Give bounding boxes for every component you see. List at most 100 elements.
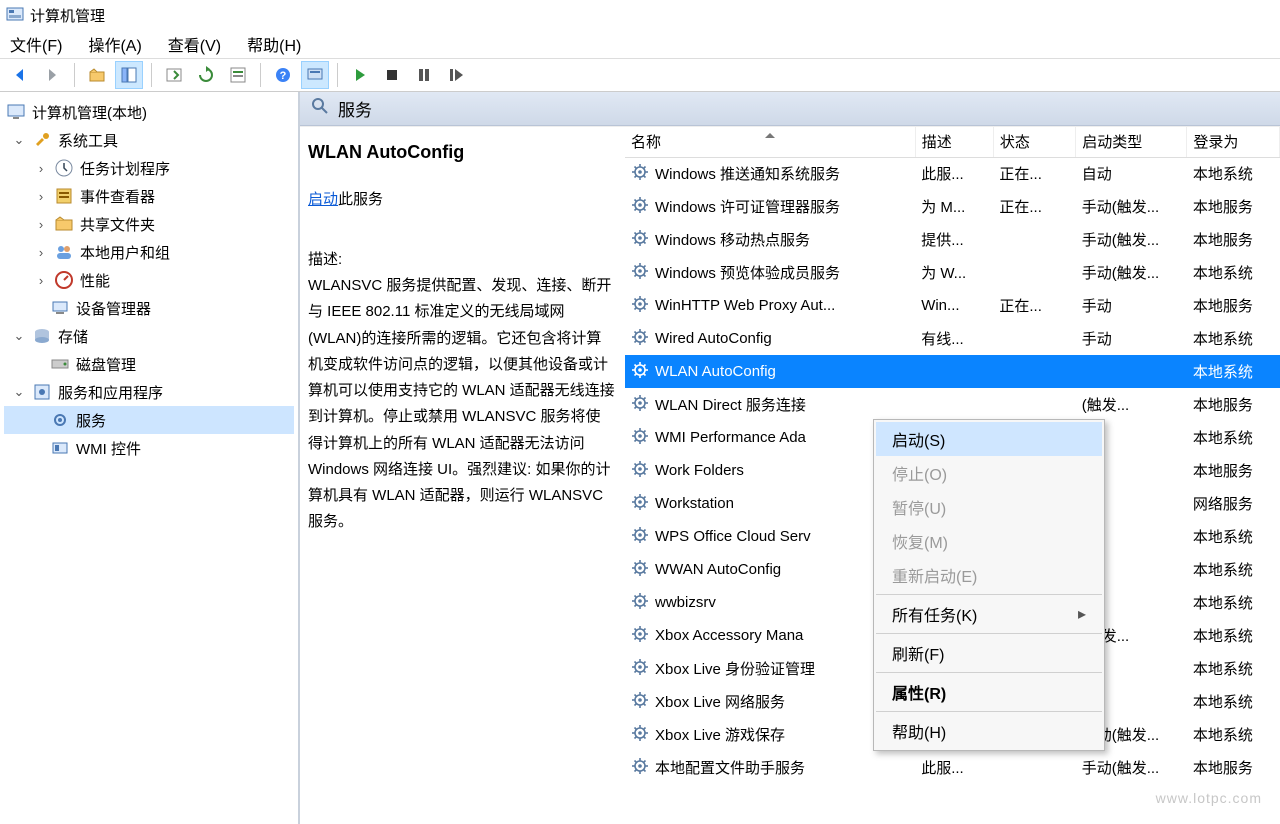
menu-item[interactable]: 所有任务(K) [876,597,1102,631]
tree-label: 磁盘管理 [76,354,136,375]
service-startup: (触发... [1076,388,1187,421]
service-desc: 提供... [915,223,993,256]
tree-performance[interactable]: › 性能 [4,266,294,294]
help-button[interactable]: ? [269,61,297,89]
service-name: Xbox Live 网络服务 [655,691,785,712]
tree-shared-folders[interactable]: › 共享文件夹 [4,210,294,238]
tree-system-tools[interactable]: ⌄ 系统工具 [4,126,294,154]
separator [876,633,1102,634]
table-row[interactable]: Windows 许可证管理器服务为 M...正在...手动(触发...本地服务 [625,190,1280,223]
collapse-icon[interactable]: ⌄ [12,384,26,400]
properties-button[interactable] [224,61,252,89]
service-logon: 本地系统 [1187,421,1280,454]
menu-item[interactable]: 帮助(H) [876,714,1102,748]
col-startup[interactable]: 启动类型 [1076,127,1187,157]
col-status[interactable]: 状态 [993,127,1075,157]
pause-button[interactable] [410,61,438,89]
service-logon: 网络服务 [1187,487,1280,520]
menu-view[interactable]: 查看(V) [168,32,221,56]
collapse-icon[interactable]: ⌄ [12,132,26,148]
expand-icon[interactable]: › [34,245,48,260]
tree-event-viewer[interactable]: › 事件查看器 [4,182,294,210]
service-name: Work Folders [655,462,744,479]
menu-item[interactable]: 刷新(F) [876,636,1102,670]
start-service-link[interactable]: 启动 [308,191,338,208]
service-status [993,223,1075,256]
refresh-button[interactable] [192,61,220,89]
table-row[interactable]: WinHTTP Web Proxy Aut...Win...正在...手动本地服… [625,289,1280,322]
table-row[interactable]: WLAN AutoConfig本地系统 [625,355,1280,388]
forward-button[interactable] [38,61,66,89]
service-startup: 自动 [1076,157,1187,190]
service-desc: Win... [915,289,993,322]
gear-icon [631,460,649,482]
up-button[interactable] [83,61,111,89]
disk-icon [50,354,70,374]
expand-icon[interactable]: › [34,217,48,232]
tree-disk-mgmt[interactable]: 磁盘管理 [4,350,294,378]
console-button[interactable] [301,61,329,89]
table-row[interactable]: Windows 移动热点服务提供...手动(触发...本地服务 [625,223,1280,256]
menu-item[interactable]: 属性(R) [876,675,1102,709]
service-status [993,388,1075,421]
service-logon: 本地系统 [1187,157,1280,190]
table-row[interactable]: WLAN Direct 服务连接(触发...本地服务 [625,388,1280,421]
gear-icon [631,427,649,449]
show-hide-tree-button[interactable] [115,61,143,89]
tree-label: 性能 [80,270,110,291]
service-name: WPS Office Cloud Serv [655,528,811,545]
titlebar: 计算机管理 [0,0,1280,30]
tree-services-apps[interactable]: ⌄ 服务和应用程序 [4,378,294,406]
service-name: WinHTTP Web Proxy Aut... [655,297,835,314]
tree-storage[interactable]: ⌄ 存储 [4,322,294,350]
separator [876,711,1102,712]
tree-wmi[interactable]: WMI 控件 [4,434,294,462]
tree-label: 计算机管理(本地) [32,102,147,123]
service-startup: 手动(触发... [1076,751,1187,784]
back-button[interactable] [6,61,34,89]
menu-help[interactable]: 帮助(H) [247,32,301,56]
device-icon [50,298,70,318]
menu-action[interactable]: 操作(A) [88,32,141,56]
table-row[interactable]: Windows 预览体验成员服务为 W...手动(触发...本地系统 [625,256,1280,289]
service-logon: 本地服务 [1187,223,1280,256]
tree-local-users[interactable]: › 本地用户和组 [4,238,294,266]
play-button[interactable] [346,61,374,89]
clock-icon [54,158,74,178]
tree-pane: 计算机管理(本地) ⌄ 系统工具 › 任务计划程序 › 事件查看器 › 共享文件… [0,92,300,824]
gear-icon [631,724,649,746]
col-name[interactable]: 名称 [625,127,915,157]
separator [876,672,1102,673]
collapse-icon[interactable]: ⌄ [12,328,26,344]
restart-button[interactable] [442,61,470,89]
table-row[interactable]: 本地配置文件助手服务此服...手动(触发...本地服务 [625,751,1280,784]
menu-file[interactable]: 文件(F) [10,32,62,56]
service-logon: 本地系统 [1187,553,1280,586]
service-desc: 此服... [915,157,993,190]
export-button[interactable] [160,61,188,89]
tree-label: 任务计划程序 [80,158,170,179]
tree-device-manager[interactable]: 设备管理器 [4,294,294,322]
gear-icon [631,757,649,779]
expand-icon[interactable]: › [34,161,48,176]
stop-button[interactable] [378,61,406,89]
service-status: 正在... [993,190,1075,223]
col-logon[interactable]: 登录为 [1187,127,1280,157]
table-row[interactable]: Wired AutoConfig有线...手动本地系统 [625,322,1280,355]
gear-icon [631,493,649,515]
expand-icon[interactable]: › [34,273,48,288]
col-desc[interactable]: 描述 [915,127,993,157]
storage-icon [32,326,52,346]
menu-item[interactable]: 启动(S) [876,422,1102,456]
service-name: Windows 推送通知系统服务 [655,163,840,184]
service-name: WLAN Direct 服务连接 [655,394,806,415]
event-icon [54,186,74,206]
service-logon: 本地服务 [1187,289,1280,322]
tree-task-scheduler[interactable]: › 任务计划程序 [4,154,294,182]
search-icon [310,96,330,121]
tree-services[interactable]: 服务 [4,406,294,434]
service-logon: 本地服务 [1187,190,1280,223]
table-row[interactable]: Windows 推送通知系统服务此服...正在...自动本地系统 [625,157,1280,190]
tree-root[interactable]: 计算机管理(本地) [4,98,294,126]
expand-icon[interactable]: › [34,189,48,204]
